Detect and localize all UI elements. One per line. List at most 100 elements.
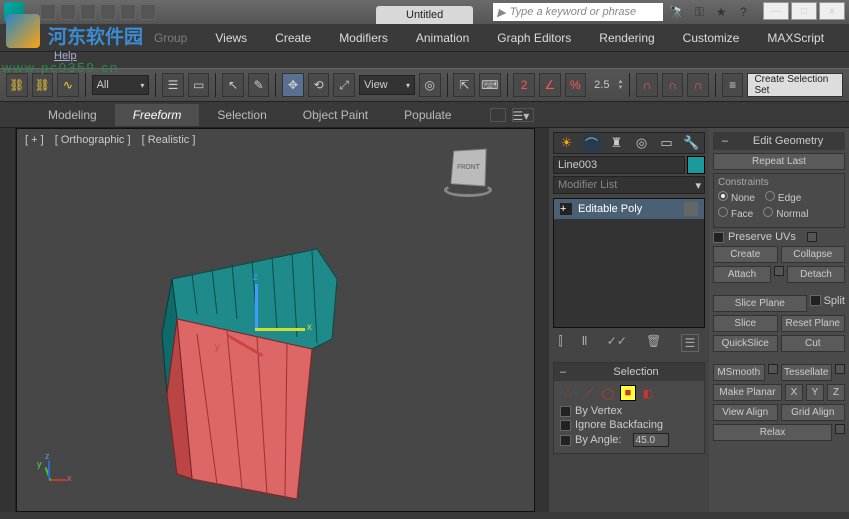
preserve-uvs-checkbox[interactable] [713,232,724,243]
unlink-icon[interactable]: ⛓ [32,73,54,97]
scale-gizmo-icon[interactable]: ⤢ [333,73,355,97]
qat-undo[interactable] [100,4,116,20]
relax-settings-icon[interactable] [835,424,845,434]
menu-graph-editors[interactable]: Graph Editors [483,25,585,51]
create-tab-icon[interactable]: ☀ [558,134,576,152]
menu-maxscript[interactable]: MAXScript [753,25,838,51]
vertex-subobj-icon[interactable]: ∴ [560,385,576,401]
key-icon[interactable]: ⚿ [691,4,707,20]
qat-link[interactable] [140,4,156,20]
star-icon[interactable]: ★ [713,4,729,20]
slice-button[interactable]: Slice [713,315,778,332]
display-tab-icon[interactable]: ▭ [658,134,676,152]
link-icon[interactable]: ⛓ [6,73,28,97]
select-by-name-icon[interactable]: ☰ [162,73,184,97]
relax-button[interactable]: Relax [713,424,832,441]
constraint-normal-radio[interactable] [763,207,773,217]
create-button[interactable]: Create [713,246,778,263]
qat-redo[interactable] [120,4,136,20]
ignore-backfacing-checkbox[interactable] [560,420,571,431]
tessellate-button[interactable]: Tessellate [781,364,833,381]
minimize-button[interactable]: — [763,2,789,20]
repeat-last-button[interactable]: Repeat Last [713,153,845,170]
modify-tab-icon[interactable]: ⌒ [583,134,601,152]
cut-button[interactable]: Cut [781,335,846,352]
by-vertex-checkbox[interactable] [560,406,571,417]
constraint-face-radio[interactable] [718,207,728,217]
document-tab[interactable]: Untitled [376,6,473,24]
modifier-stack-item[interactable]: + Editable Poly [554,199,704,219]
border-subobj-icon[interactable]: ◯ [600,385,616,401]
viewport-label[interactable]: [ + ] [ Orthographic ] [ Realistic ] [25,134,203,146]
menu-modifiers[interactable]: Modifiers [325,25,402,51]
select-paint-icon[interactable]: ✎ [248,73,270,97]
collapse-button[interactable]: Collapse [781,246,846,263]
menu-help[interactable]: Help [54,50,77,62]
ribbon-populate[interactable]: Populate [386,104,469,126]
make-unique-icon[interactable]: ✓✓ [607,334,627,352]
ribbon-object-paint[interactable]: Object Paint [285,104,386,126]
grid-align-button[interactable]: Grid Align [781,404,846,421]
qat-save[interactable] [80,4,96,20]
menu-animation[interactable]: Animation [402,25,483,51]
bind-icon[interactable]: ∿ [57,73,79,97]
constraint-edge-radio[interactable] [765,191,775,201]
remove-modifier-icon[interactable]: 🗑 [646,334,661,352]
modifier-stack[interactable]: + Editable Poly [553,198,705,328]
menu-views[interactable]: Views [201,25,261,51]
ribbon-modeling[interactable]: Modeling [30,104,115,126]
select-object-icon[interactable]: ↖ [222,73,244,97]
snap-toggle-icon[interactable]: ∩ [636,73,658,97]
planar-z-button[interactable]: Z [827,384,845,401]
angle-spinner[interactable]: 45.0 [633,433,669,447]
move-gizmo-icon[interactable]: ✥ [282,73,304,97]
menu-create[interactable]: Create [261,25,325,51]
select-region-icon[interactable]: ▭ [188,73,210,97]
snap-percent-icon[interactable]: % [565,73,587,97]
reset-plane-button[interactable]: Reset Plane [781,315,846,332]
show-end-result-icon[interactable]: Ⅱ [582,334,588,352]
tessellate-settings-icon[interactable] [835,364,845,374]
create-selection-set-combo[interactable]: Create Selection Set [747,73,843,97]
snap-end-icon[interactable]: ∩ [687,73,709,97]
by-angle-checkbox[interactable] [560,435,571,446]
pin-stack-icon[interactable]: ⫿ [559,334,563,352]
element-subobj-icon[interactable]: ◧ [640,385,656,401]
hierarchy-tab-icon[interactable]: ♜ [608,134,626,152]
constraint-none-radio[interactable] [718,191,728,201]
planar-x-button[interactable]: X [785,384,803,401]
menu-customize[interactable]: Customize [669,25,754,51]
named-sel-set-icon[interactable]: ≡ [722,73,744,97]
modifier-list-combo[interactable]: Modifier List [553,176,705,194]
help-icon[interactable]: ? [735,4,751,20]
split-checkbox[interactable] [810,295,821,306]
help-search-input[interactable]: ▶ Type a keyword or phrase [493,3,663,21]
quickslice-button[interactable]: QuickSlice [713,335,778,352]
attach-button[interactable]: Attach [713,266,771,283]
pivot-icon[interactable]: ◎ [419,73,441,97]
view-align-button[interactable]: View Align [713,404,778,421]
menu-group[interactable]: Group [140,25,201,51]
ribbon-expand-icon[interactable] [490,108,506,122]
manipulate-icon[interactable]: ⇱ [453,73,475,97]
object-name-input[interactable]: Line003 [553,156,685,174]
viewcube[interactable]: FRONT [450,149,494,193]
planar-y-button[interactable]: Y [806,384,824,401]
polygon-subobj-icon[interactable]: ■ [620,385,636,401]
stack-pin-icon[interactable] [684,202,698,216]
edge-subobj-icon[interactable]: ／ [580,385,596,401]
menu-rendering[interactable]: Rendering [585,25,668,51]
configure-sets-icon[interactable]: ☰ [681,334,700,352]
make-planar-button[interactable]: Make Planar [713,384,782,401]
stack-expand-icon[interactable]: + [560,203,572,215]
ribbon-freeform[interactable]: Freeform [115,104,200,126]
ribbon-menu-icon[interactable]: ☰▾ [512,108,534,122]
rotate-gizmo-icon[interactable]: ⟲ [308,73,330,97]
detach-button[interactable]: Detach [787,266,845,283]
maximize-button[interactable]: □ [791,2,817,20]
snap-2d-icon[interactable]: 2 [513,73,535,97]
object-color-swatch[interactable] [687,156,705,174]
snap-mid-icon[interactable]: ∩ [662,73,684,97]
utilities-tab-icon[interactable]: 🔧 [683,134,701,152]
slice-plane-button[interactable]: Slice Plane [713,295,807,312]
